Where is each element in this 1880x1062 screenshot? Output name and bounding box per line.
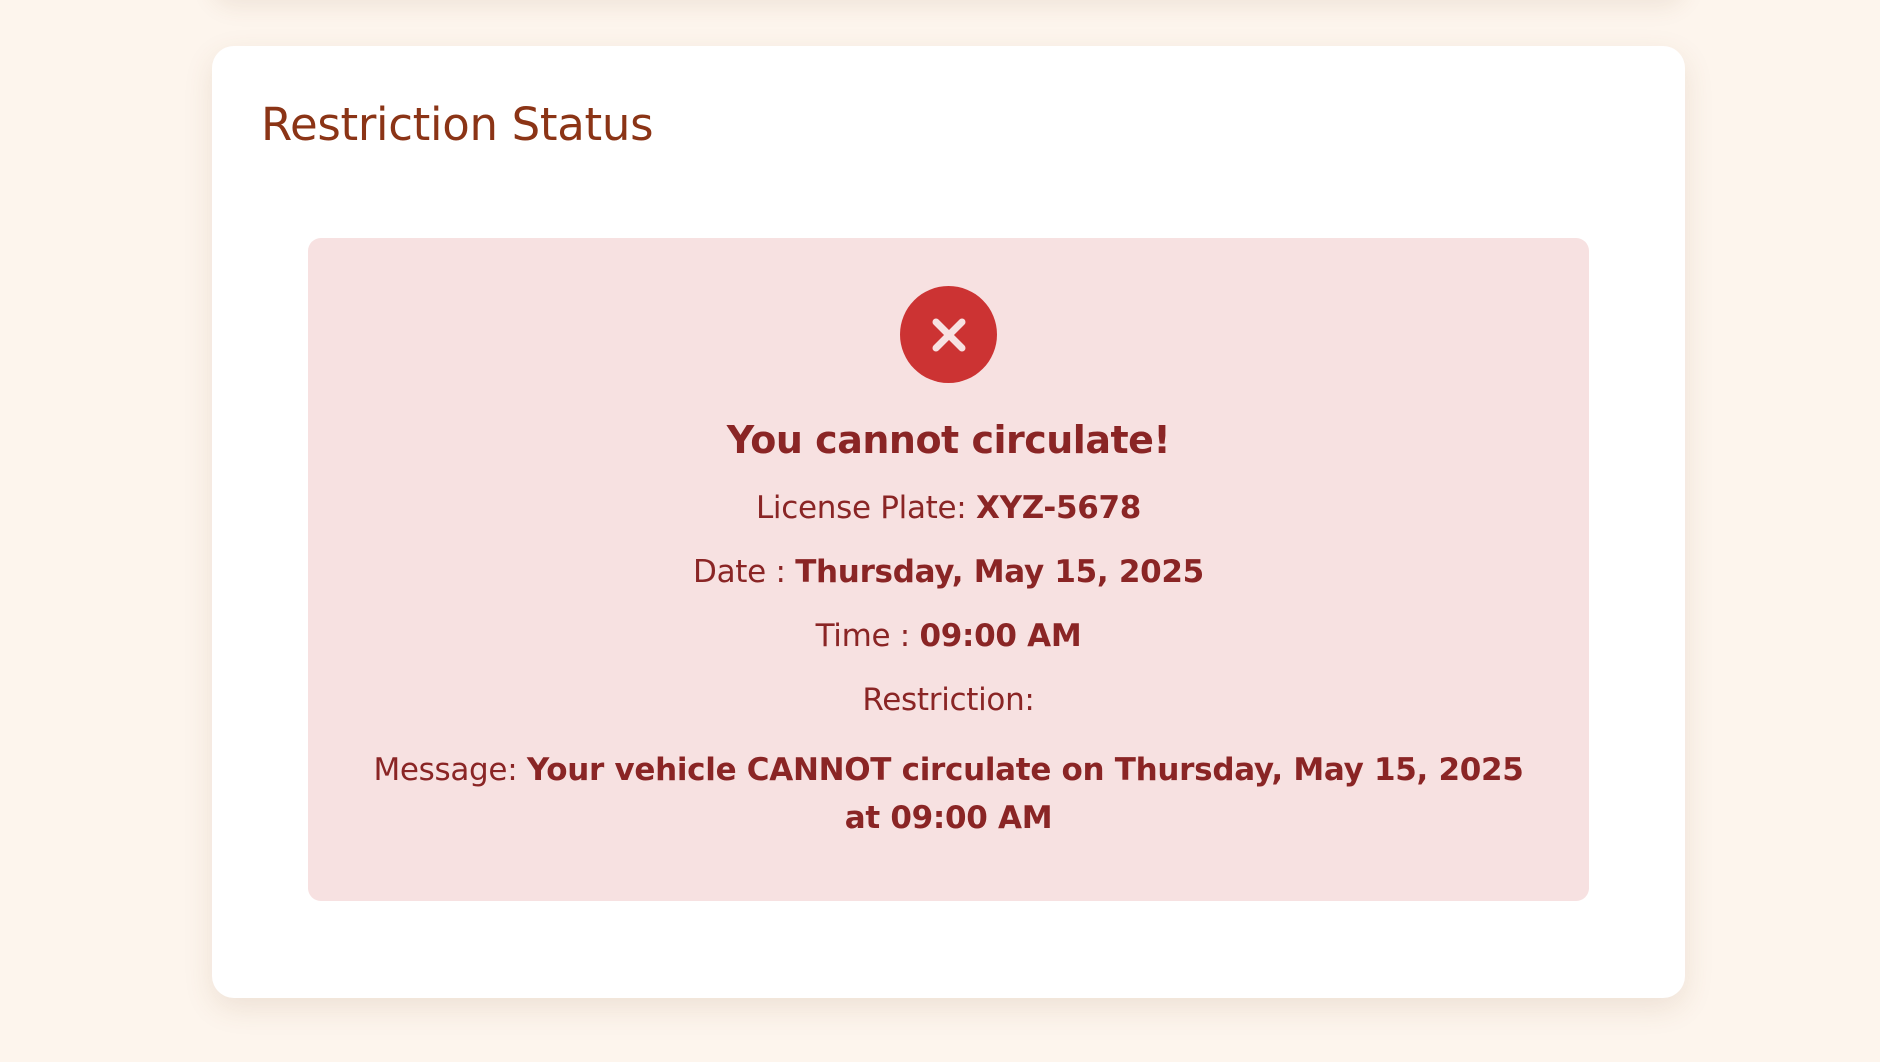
page-title: Restriction Status [261, 98, 654, 151]
restriction-status-card: Restriction Status You cannot circulate!… [212, 46, 1685, 998]
date-value: Thursday, May 15, 2025 [795, 554, 1204, 590]
close-icon-glyph [932, 318, 965, 351]
restriction-row: Restriction: [308, 682, 1589, 718]
time-label: Time : [815, 618, 920, 654]
close-icon [900, 286, 997, 383]
message-value: Your vehicle CANNOT circulate on Thursda… [526, 752, 1524, 836]
license-plate-value: XYZ-5678 [976, 490, 1142, 526]
restriction-label: Restriction: [862, 682, 1035, 718]
time-value: 09:00 AM [919, 618, 1082, 654]
message-row: Message: Your vehicle CANNOT circulate o… [368, 746, 1529, 842]
date-row: Date : Thursday, May 15, 2025 [308, 554, 1589, 590]
restriction-result-alert: You cannot circulate! License Plate: XYZ… [308, 238, 1589, 901]
license-plate-row: License Plate: XYZ-5678 [308, 490, 1589, 526]
result-headline: You cannot circulate! [726, 418, 1171, 462]
date-label: Date : [693, 554, 796, 590]
message-label: Message: [373, 752, 527, 788]
license-plate-label: License Plate: [755, 490, 977, 526]
time-row: Time : 09:00 AM [308, 618, 1589, 654]
